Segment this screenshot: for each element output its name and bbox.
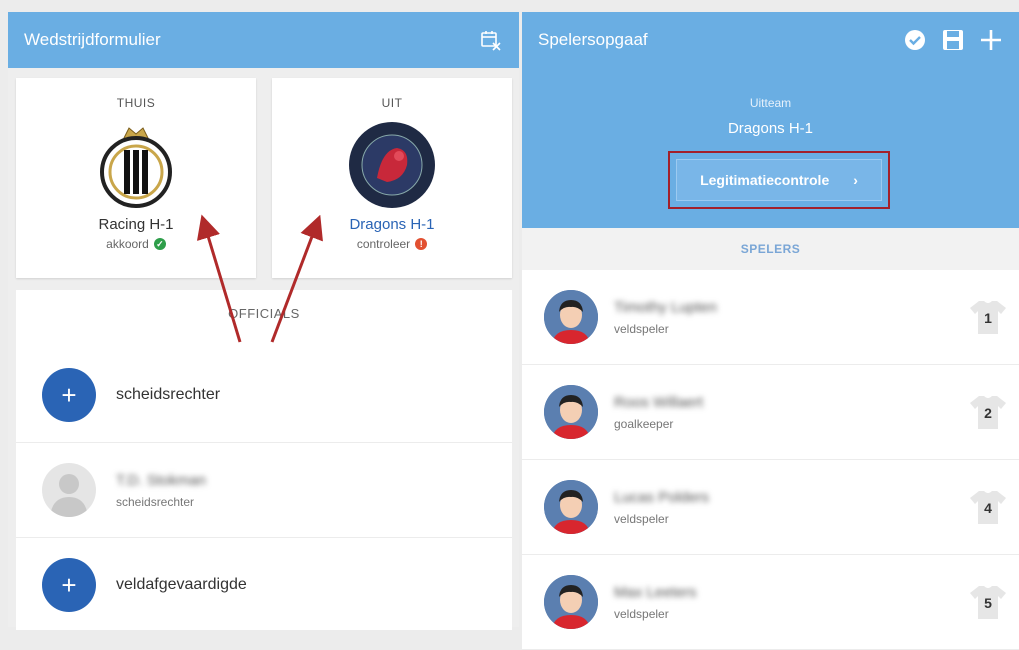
player-name: Roos Willaert [614,393,704,411]
player-avatar-icon [544,385,598,439]
away-team-card[interactable]: UIT Dragons H-1 controleer ! [272,78,512,278]
referee-role: scheidsrechter [116,494,195,509]
chevron-right-icon: › [853,172,858,188]
referee-name: T.D. Stokman [116,471,207,489]
player-row[interactable]: Lucas Polders veldspeler 4 [522,460,1019,555]
player-name: Max Leeters [614,583,697,601]
jersey-number: 2 [984,405,992,421]
jersey-icon: 4 [969,488,1007,526]
plus-icon[interactable]: + [42,368,96,422]
player-info: Timothy Lupten veldspeler [614,299,717,336]
uitteam-label: Uitteam [749,96,792,110]
home-team-name: Racing H-1 [98,216,174,233]
jersey-icon: 1 [969,298,1007,336]
player-role: veldspeler [614,511,669,526]
player-info: Roos Willaert goalkeeper [614,394,703,431]
jersey-icon: 2 [969,393,1007,431]
players-heading: SPELERS [740,242,801,256]
calendar-remove-icon[interactable] [479,28,503,52]
player-name: Lucas Polders [614,488,710,506]
match-form-header: Wedstrijdformulier [8,12,519,68]
highlight-box: Legitimatiecontrole › [668,151,890,209]
player-list-header: Spelersopgaaf [522,12,1019,68]
player-list-panel: Spelersopgaaf Uitteam Dragons H-1 Legiti… [522,12,1019,650]
player-role: veldspeler [614,606,669,621]
player-avatar-icon [544,290,598,344]
player-row[interactable]: Timothy Lupten veldspeler 1 [522,270,1019,365]
away-side-label: UIT [381,96,403,110]
player-list: Timothy Lupten veldspeler 1 Roos Willaer… [522,270,1019,650]
summary-team-name: Dragons H-1 [727,120,814,137]
player-info: Max Leeters veldspeler [614,584,697,621]
referee-row[interactable]: T.D. Stokman scheidsrechter [16,443,512,538]
checkmark-icon: ✓ [153,238,166,250]
add-field-delegate-label: veldafgevaardigde [116,576,247,593]
referee-info: T.D. Stokman scheidsrechter [116,472,206,509]
home-status-text: akkoord [106,237,149,251]
match-form-panel: Wedstrijdformulier THUIS Racing H-1 akko… [8,12,519,633]
home-status: akkoord ✓ [16,237,256,251]
racing-club-logo [91,120,181,210]
officials-title: OFFICIALS [228,306,300,321]
add-referee-label: scheidsrechter [116,386,221,403]
away-status: controleer ! [272,237,512,251]
jersey-number: 1 [984,310,992,326]
player-list-title: Spelersopgaaf [538,30,648,49]
home-side-label: THUIS [116,96,156,110]
player-info: Lucas Polders veldspeler [614,489,709,526]
jersey-number: 4 [984,500,992,516]
player-row[interactable]: Max Leeters veldspeler 5 [522,555,1019,650]
verified-icon[interactable] [903,28,927,52]
save-icon[interactable] [941,28,965,52]
away-status-text: controleer [356,237,411,251]
jersey-number: 5 [984,595,992,611]
exclamation-icon: ! [415,238,428,250]
player-role: goalkeeper [614,416,674,431]
person-placeholder-icon [42,463,96,517]
officials-section: OFFICIALS + scheidsrechter T.D. Stokman … [16,290,512,633]
add-referee-row[interactable]: + scheidsrechter [16,348,512,443]
player-role: veldspeler [614,321,669,336]
home-team-card[interactable]: THUIS Racing H-1 akkoord ✓ [16,78,256,278]
player-avatar-icon [544,480,598,534]
match-form-title: Wedstrijdformulier [24,30,161,49]
player-avatar-icon [544,575,598,629]
jersey-icon: 5 [969,583,1007,621]
teams-section: THUIS Racing H-1 akkoord ✓ UIT Dragons H… [16,78,512,278]
dragons-logo [347,120,437,210]
add-icon[interactable] [979,28,1003,52]
add-field-delegate-row[interactable]: + veldafgevaardigde [16,538,512,633]
legitimation-check-label: Legitimatiecontrole [700,172,830,188]
player-name: Timothy Lupten [614,298,717,316]
legitimation-check-button[interactable]: Legitimatiecontrole › [676,159,882,201]
plus-icon[interactable]: + [42,558,96,612]
away-team-name[interactable]: Dragons H-1 [272,216,512,233]
away-team-summary: Uitteam Dragons H-1 Legitimatiecontrole … [522,68,1019,228]
player-row[interactable]: Roos Willaert goalkeeper 2 [522,365,1019,460]
